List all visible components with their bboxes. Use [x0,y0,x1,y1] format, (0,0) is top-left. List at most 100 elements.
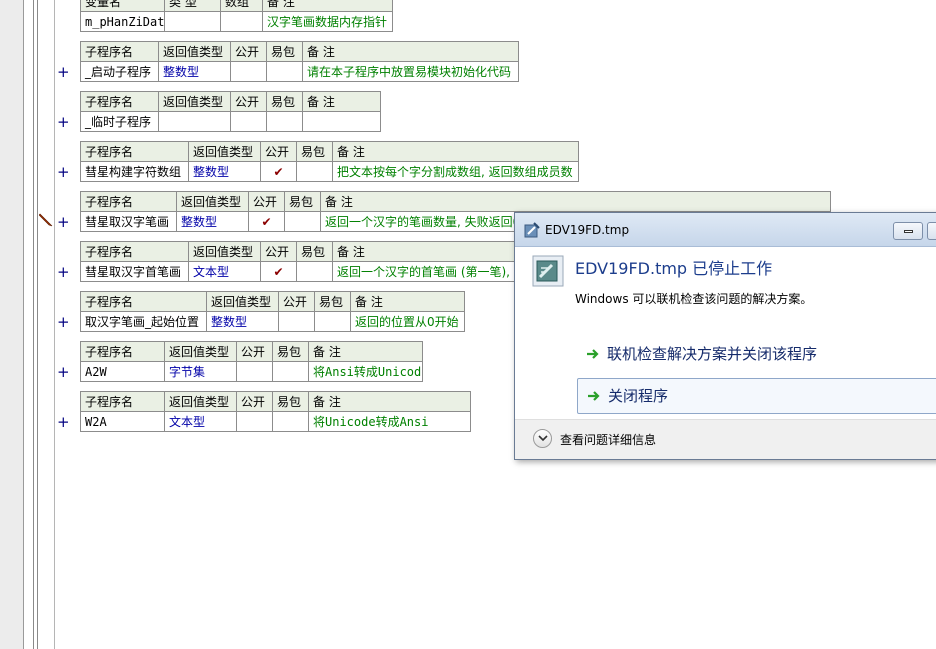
col-header-type: 类 型 [164,0,221,12]
ret-type-cell[interactable]: 整数型 [158,61,231,82]
easy-pkg-cell[interactable] [284,211,321,232]
col-header-var-name: 变量名 [80,0,165,12]
col-header-note: 备 注 [308,341,423,362]
col-header-easy-pkg: 易包 [296,241,333,262]
subroutine-table: 子程序名 返回值类型 公开 易包 备 注 取汉字笔画_起始位置 整数型 返回的位… [80,291,465,332]
gutter-divider [54,0,55,649]
subroutine-table: 子程序名 返回值类型 公开 易包 备 注 A2W 字节集 将Ansi转成Unic… [80,341,423,382]
expand-button[interactable]: + [57,365,70,380]
note-cell[interactable]: 返回的位置从0开始 [350,311,465,332]
minimize-button[interactable] [893,222,923,240]
expand-button[interactable]: + [57,215,70,230]
expand-button[interactable]: + [57,165,70,180]
dialog-heading: EDV19FD.tmp 已停止工作 [575,259,773,278]
col-header-ret-type: 返回值类型 [188,241,261,262]
green-arrow-icon [588,391,600,401]
sub-name-cell[interactable]: _临时子程序 [80,111,159,132]
sub-name-cell[interactable]: W2A [80,411,165,432]
public-check-icon[interactable]: ✔ [248,211,285,232]
var-note-cell[interactable]: 汉字笔画数据内存指针 [262,11,393,32]
dialog-titlebar[interactable]: EDV19FD.tmp [515,213,936,247]
sub-name-cell[interactable]: _启动子程序 [80,61,159,82]
check-online-button[interactable]: 联机检查解决方案并关闭该程序 [577,337,936,373]
ret-type-cell[interactable]: 整数型 [188,161,261,182]
expand-button[interactable]: + [57,315,70,330]
col-header-sub-name: 子程序名 [80,241,189,262]
maximize-button[interactable] [927,222,936,240]
subroutine-table: 子程序名 返回值类型 公开 易包 备 注 彗星构建字符数组 整数型 ✔ 把文本按… [80,141,579,182]
left-gutter [0,0,24,649]
col-header-public: 公开 [260,141,297,162]
col-header-easy-pkg: 易包 [314,291,351,312]
ret-type-cell[interactable]: 整数型 [176,211,249,232]
easy-pkg-cell[interactable] [296,161,333,182]
edit-pencil-icon [39,213,53,227]
public-cell[interactable] [278,311,315,332]
col-header-note: 备 注 [332,141,579,162]
public-check-icon[interactable]: ✔ [260,161,297,182]
ret-type-cell[interactable] [158,111,231,132]
col-header-sub-name: 子程序名 [80,341,165,362]
easy-pkg-cell[interactable] [272,361,309,382]
close-program-button[interactable]: 关闭程序 [577,378,936,414]
col-header-easy-pkg: 易包 [272,341,309,362]
public-cell[interactable] [230,111,267,132]
col-header-note: 备 注 [320,191,831,212]
col-header-public: 公开 [236,341,273,362]
easy-pkg-cell[interactable] [266,111,303,132]
col-header-ret-type: 返回值类型 [158,41,231,62]
col-header-ret-type: 返回值类型 [188,141,261,162]
sub-name-cell[interactable]: 彗星构建字符数组 [80,161,189,182]
col-header-public: 公开 [278,291,315,312]
public-cell[interactable] [236,411,273,432]
variable-table: 变量名 类 型 数组 备 注 m_pHanZiDate 汉字笔画数据内存指针 [80,0,393,32]
col-header-sub-name: 子程序名 [80,141,189,162]
sub-name-cell[interactable]: A2W [80,361,165,382]
view-details-link[interactable]: 查看问题详细信息 [560,431,656,448]
var-name-cell[interactable]: m_pHanZiDate [80,11,165,32]
easy-pkg-cell[interactable] [314,311,351,332]
green-arrow-icon [587,349,599,359]
note-cell[interactable]: 将Ansi转成Unicode [308,361,423,382]
col-header-ret-type: 返回值类型 [164,391,237,412]
subroutine-table: 子程序名 返回值类型 公开 易包 备 注 _临时子程序 [80,91,381,132]
col-header-easy-pkg: 易包 [296,141,333,162]
note-cell[interactable] [302,111,381,132]
check-online-label: 联机检查解决方案并关闭该程序 [607,345,818,363]
app-icon [524,222,540,238]
col-header-easy-pkg: 易包 [272,391,309,412]
col-header-note: 备 注 [308,391,471,412]
note-cell[interactable]: 把文本按每个字分割成数组, 返回数组成员数 [332,161,579,182]
var-array-cell[interactable] [220,11,263,32]
public-cell[interactable] [230,61,267,82]
col-header-ret-type: 返回值类型 [164,341,237,362]
chevron-glyph [538,435,548,442]
expand-button[interactable]: + [57,415,70,430]
sub-name-cell[interactable]: 彗星取汉字笔画 [80,211,177,232]
public-check-icon[interactable]: ✔ [260,261,297,282]
col-header-public: 公开 [248,191,285,212]
expand-button[interactable]: + [57,65,70,80]
public-cell[interactable] [236,361,273,382]
var-type-cell[interactable] [164,11,221,32]
dialog-title: EDV19FD.tmp [545,223,630,237]
sub-name-cell[interactable]: 彗星取汉字首笔画 [80,261,189,282]
ret-type-cell[interactable]: 字节集 [164,361,237,382]
col-header-note: 备 注 [302,91,381,112]
note-cell[interactable]: 请在本子程序中放置易模块初始化代码 [302,61,519,82]
expand-button[interactable]: + [57,115,70,130]
easy-pkg-cell[interactable] [266,61,303,82]
col-header-array: 数组 [220,0,263,12]
ret-type-cell[interactable]: 整数型 [206,311,279,332]
col-header-sub-name: 子程序名 [80,391,165,412]
sub-name-cell[interactable]: 取汉字笔画_起始位置 [80,311,207,332]
col-header-note: 备 注 [262,0,393,12]
ret-type-cell[interactable]: 文本型 [188,261,261,282]
easy-pkg-cell[interactable] [272,411,309,432]
chevron-down-icon[interactable] [533,429,552,448]
note-cell[interactable]: 将Unicode转成Ansi [308,411,471,432]
expand-button[interactable]: + [57,265,70,280]
ret-type-cell[interactable]: 文本型 [164,411,237,432]
easy-pkg-cell[interactable] [296,261,333,282]
col-header-note: 备 注 [350,291,465,312]
